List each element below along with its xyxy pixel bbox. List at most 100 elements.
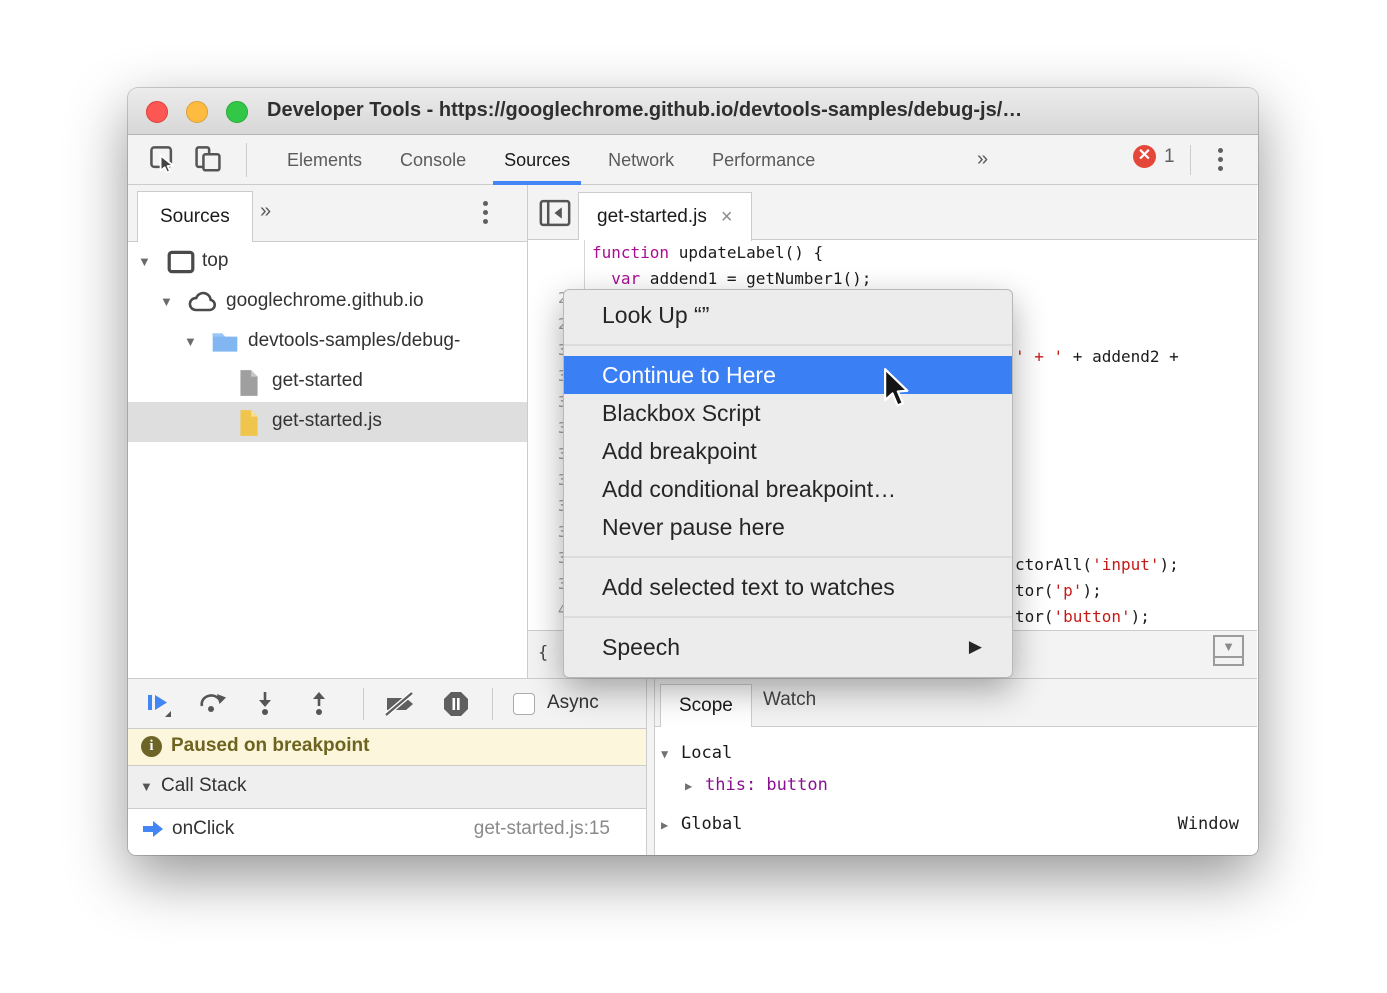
toolbar-menu-icon[interactable]	[1218, 148, 1223, 171]
tree-item-top[interactable]: ▼ top	[128, 242, 527, 282]
tab-console[interactable]: Console	[381, 135, 485, 185]
call-stack-frame-onClick[interactable]: onClick get-started.js:15	[128, 809, 646, 853]
file-icon	[236, 368, 266, 396]
step-over-button[interactable]	[198, 690, 226, 718]
code-fragment-line-42: tor('button');	[1015, 604, 1150, 630]
debugger-toolbar: Async	[128, 679, 646, 729]
deactivate-breakpoints-button[interactable]	[382, 690, 418, 718]
tab-scope[interactable]: Scope	[660, 684, 752, 727]
scope-twisty-icon[interactable]: ▶	[685, 772, 692, 800]
error-badge[interactable]: ✕ 1	[1133, 145, 1175, 168]
sidebar-tab-label: Sources	[160, 206, 230, 227]
folder-icon	[210, 328, 240, 356]
device-toolbar-icon[interactable]	[192, 144, 224, 176]
sidebar-more-chevron[interactable]: »	[260, 200, 271, 223]
tab-network[interactable]: Network	[589, 135, 693, 185]
mouse-cursor	[880, 368, 910, 410]
resume-button[interactable]	[144, 690, 172, 718]
scroll-down-icon[interactable]: ▼	[1213, 635, 1244, 666]
async-checkbox[interactable]	[513, 693, 535, 715]
tree-item-googlechrome-github-io[interactable]: ▼ googlechrome.github.io	[128, 282, 527, 322]
sidebar-header: Sources »	[128, 185, 527, 242]
file-tree: ▼ top ▼ googlechrome.github.io ▼devtools-sam…	[128, 242, 527, 680]
close-window-button[interactable]	[146, 101, 168, 123]
menu-separator	[564, 616, 1012, 618]
tab-sources[interactable]: Sources	[485, 135, 589, 185]
debugger-divider-2	[492, 688, 493, 720]
tab-performance[interactable]: Performance	[693, 135, 834, 185]
info-icon: i	[141, 736, 162, 757]
toolbar-divider	[246, 143, 247, 177]
tree-item-get-started[interactable]: get-started	[128, 362, 527, 402]
sidebar-menu-icon[interactable]	[483, 201, 488, 224]
submenu-arrow-icon: ▶	[969, 628, 982, 666]
tree-twisty-icon[interactable]: ▼	[184, 334, 197, 349]
tree-item-devtools-samples-debug-[interactable]: ▼devtools-samples/debug-	[128, 322, 527, 362]
editor-tabbar: get-started.js ×	[528, 185, 1257, 240]
editor-tab-get-started-js[interactable]: get-started.js ×	[578, 192, 752, 241]
scope-pane: Scope Watch ▼Local▶this: button▶GlobalWi…	[654, 678, 1257, 855]
tab-watch[interactable]: Watch	[755, 689, 824, 711]
down-arrow-glyph: ▼	[1222, 639, 1235, 654]
tree-item-get-started-js[interactable]: get-started.js	[128, 402, 527, 442]
more-panels-chevron[interactable]: »	[977, 148, 988, 171]
panel-tabs: ElementsConsoleSourcesNetworkPerformance	[268, 135, 834, 185]
menu-item-speech[interactable]: Speech▶	[564, 628, 1012, 666]
tree-item-label: top	[202, 250, 228, 272]
sources-sidebar: Sources » ▼ top ▼ googlechrome.github.io ▼de…	[128, 185, 528, 680]
call-stack-title: Call Stack	[161, 775, 247, 797]
frame-function-name: onClick	[172, 818, 234, 840]
pretty-print-button[interactable]: {	[538, 643, 548, 663]
scope-twisty-icon[interactable]: ▶	[661, 811, 668, 839]
scope-tab-label: Scope	[679, 695, 733, 716]
scope-tabbar: Scope Watch	[655, 679, 1257, 727]
step-out-button[interactable]	[306, 690, 334, 718]
scope-list: ▼Local▶this: button▶GlobalWindow	[655, 727, 1257, 855]
menu-separator	[564, 344, 1012, 346]
zoom-window-button[interactable]	[226, 101, 248, 123]
call-stack-list: onClick get-started.js:15	[128, 809, 646, 855]
code-fragment-line-40: ctorAll('input');	[1015, 552, 1179, 578]
menu-separator	[564, 556, 1012, 558]
toolbar-divider-2	[1190, 145, 1191, 175]
code-fragment-line-32: ' + ' + addend2 +	[1015, 344, 1179, 370]
scope-entry-global[interactable]: ▶ Global Window	[655, 810, 1257, 838]
debugger-divider-1	[363, 688, 364, 720]
menu-item-look-up-[interactable]: Look Up “”	[564, 296, 1012, 334]
cloud-icon	[186, 288, 216, 316]
sidebar-tab-sources[interactable]: Sources	[137, 191, 253, 242]
menu-item-add-selected-text-to-watches[interactable]: Add selected text to watches	[564, 568, 1012, 606]
tree-item-label: get-started	[272, 370, 363, 392]
menu-item-continue-to-here[interactable]: Continue to Here	[564, 356, 1012, 394]
menu-item-add-conditional-breakpoint-[interactable]: Add conditional breakpoint…	[564, 470, 1012, 508]
js-file-icon	[236, 408, 266, 436]
scope-entry-label: Global	[681, 810, 742, 838]
tab-elements[interactable]: Elements	[268, 135, 381, 185]
async-label: Async	[547, 692, 599, 714]
pause-on-exceptions-button[interactable]	[440, 690, 472, 718]
menu-item-add-breakpoint[interactable]: Add breakpoint	[564, 432, 1012, 470]
pane-splitter[interactable]	[647, 678, 654, 855]
scope-twisty-icon[interactable]: ▼	[661, 740, 668, 768]
tree-twisty-icon[interactable]: ▼	[138, 254, 151, 269]
scope-entry-local[interactable]: ▼Local	[655, 739, 1257, 767]
frame-location: get-started.js:15	[474, 818, 610, 840]
tree-twisty-icon[interactable]: ▼	[160, 294, 173, 309]
tree-item-label: googlechrome.github.io	[226, 290, 424, 312]
call-stack-twisty-icon: ▼	[140, 779, 153, 794]
tree-item-label: get-started.js	[272, 410, 382, 432]
toggle-navigator-icon[interactable]	[538, 197, 572, 229]
scope-entry-this-button[interactable]: ▶this: button	[655, 771, 1257, 799]
titlebar[interactable]: Developer Tools - https://googlechrome.g…	[128, 88, 1258, 135]
call-stack-header[interactable]: ▼ Call Stack	[128, 766, 646, 809]
context-menu: Look Up “” Continue to HereBlackbox Scrip…	[563, 289, 1013, 678]
main-toolbar: ElementsConsoleSourcesNetworkPerformance…	[128, 135, 1258, 185]
scope-entry-value: Window	[1178, 810, 1239, 838]
menu-item-never-pause-here[interactable]: Never pause here	[564, 508, 1012, 546]
close-tab-icon[interactable]: ×	[721, 206, 733, 229]
paused-banner-text: Paused on breakpoint	[171, 735, 369, 757]
step-into-button[interactable]	[252, 690, 280, 718]
menu-item-blackbox-script[interactable]: Blackbox Script	[564, 394, 1012, 432]
inspect-icon[interactable]	[148, 144, 180, 176]
minimize-window-button[interactable]	[186, 101, 208, 123]
